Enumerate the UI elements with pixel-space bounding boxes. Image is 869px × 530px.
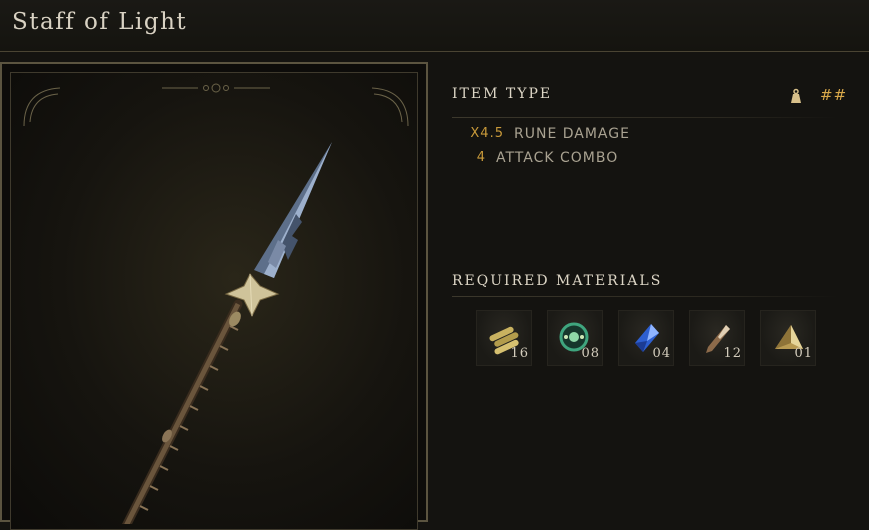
weight-icon bbox=[791, 88, 801, 103]
material-count: 08 bbox=[581, 346, 600, 361]
staff-of-light-illustration bbox=[23, 83, 409, 524]
frame-ornament bbox=[23, 83, 409, 127]
material-slot-crystal[interactable]: 04 bbox=[618, 310, 674, 366]
weight-value: ## bbox=[820, 86, 848, 104]
title-bar: Staff of Light bbox=[0, 0, 869, 52]
staff-blade bbox=[254, 142, 332, 278]
material-count: 16 bbox=[510, 346, 529, 361]
material-slot-orb[interactable]: 08 bbox=[547, 310, 603, 366]
stat-value: 4 bbox=[476, 150, 486, 165]
staff-shaft bbox=[122, 299, 243, 524]
stat-label: ATTACK COMBO bbox=[496, 150, 619, 166]
material-slot-wood[interactable]: 16 bbox=[476, 310, 532, 366]
stat-label: RUNE DAMAGE bbox=[514, 126, 630, 142]
material-slot-fragment[interactable]: 01 bbox=[760, 310, 816, 366]
item-details-panel: ITEM TYPE ## X4.5 RUNE DAMAGE 4 ATTACK C… bbox=[452, 62, 852, 502]
stat-row-rune-damage: X4.5 RUNE DAMAGE bbox=[452, 126, 652, 146]
item-type-heading: ITEM TYPE bbox=[452, 86, 553, 102]
item-title: Staff of Light bbox=[12, 9, 188, 35]
material-count: 01 bbox=[794, 346, 813, 361]
materials-list: 16 08 04 12 01 bbox=[476, 310, 836, 366]
stat-value: X4.5 bbox=[470, 126, 504, 141]
materials-divider bbox=[452, 296, 837, 297]
material-count: 12 bbox=[723, 346, 742, 361]
stat-row-attack-combo: 4 ATTACK COMBO bbox=[452, 150, 652, 170]
material-count: 04 bbox=[652, 346, 671, 361]
item-type-divider bbox=[452, 117, 837, 118]
material-slot-shard[interactable]: 12 bbox=[689, 310, 745, 366]
item-preview-frame bbox=[0, 62, 428, 530]
required-materials-heading: REQUIRED MATERIALS bbox=[452, 273, 663, 289]
